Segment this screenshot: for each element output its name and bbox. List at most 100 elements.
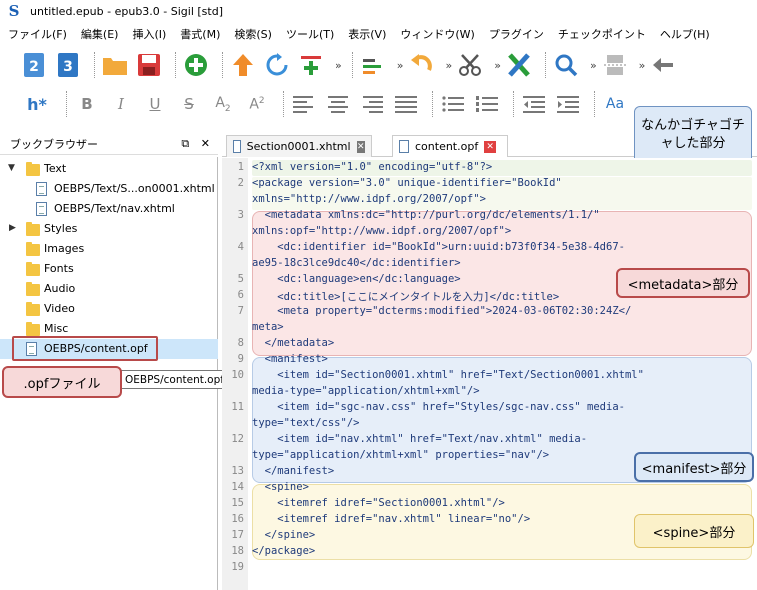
tree-folder-styles[interactable]: ▶ Styles	[0, 219, 218, 239]
epub3-icon[interactable]: 3	[54, 51, 82, 79]
numbered-list-icon[interactable]	[473, 90, 501, 118]
code-line: <?xml version="1.0" encoding="utf-8"?>	[252, 161, 493, 173]
line-number: 1	[237, 161, 244, 173]
expand-arrow-icon[interactable]: ▼	[8, 163, 15, 173]
line-number: 2	[237, 177, 244, 189]
close-tab-icon[interactable]: ✕	[356, 140, 365, 153]
tree-folder-text[interactable]: ▼ Text	[0, 159, 218, 179]
tree-item-label: Images	[44, 242, 85, 255]
folder-icon	[26, 322, 40, 336]
tab-content-opf[interactable]: content.opf ✕	[392, 135, 508, 157]
close-tab-icon[interactable]: ✕	[484, 140, 497, 153]
tree-item-label: Misc	[44, 322, 69, 335]
line-number: 11	[231, 401, 244, 413]
undo-icon[interactable]	[407, 51, 435, 79]
code-line: type="text/css"/>	[252, 417, 360, 429]
italic-icon[interactable]: I	[107, 90, 135, 118]
search-icon[interactable]	[552, 51, 580, 79]
menu-checkpoints[interactable]: チェックポイント	[558, 26, 646, 42]
code-editor[interactable]: 1 <?xml version="1.0" encoding="utf-8"?> 2…	[222, 158, 757, 590]
validate-icon[interactable]	[505, 51, 533, 79]
epub2-icon[interactable]: 2	[20, 51, 48, 79]
menu-help[interactable]: ヘルプ(H)	[660, 26, 710, 42]
file-icon	[36, 202, 47, 216]
toolbar-overflow-icon[interactable]: »	[397, 59, 404, 72]
cut-icon[interactable]	[456, 51, 484, 79]
change-case-button[interactable]: Aa	[601, 90, 629, 118]
code-line: xmlns="http://www.idpf.org/2007/opf">	[252, 193, 486, 205]
menu-insert[interactable]: 挿入(I)	[132, 26, 166, 42]
align-center-icon[interactable]	[324, 90, 352, 118]
split-icon[interactable]	[297, 51, 325, 79]
strikethrough-icon[interactable]: S	[175, 90, 203, 118]
tree-item-label: Audio	[44, 282, 76, 295]
tree-folder-fonts[interactable]: Fonts	[0, 259, 218, 279]
tree-file-section[interactable]: OEBPS/Text/S...on0001.xhtml	[0, 179, 218, 199]
save-icon[interactable]	[135, 51, 163, 79]
justify-icon[interactable]	[392, 90, 420, 118]
code-line: <dc:identifier id="BookId">urn:uuid:b73f…	[252, 241, 625, 253]
line-number: 18	[231, 545, 244, 557]
back-arrow-icon[interactable]	[649, 51, 677, 79]
code-line: </package>	[252, 545, 316, 557]
toolbar-overflow-icon[interactable]: »	[494, 59, 501, 72]
tree-folder-audio[interactable]: Audio	[0, 279, 218, 299]
line-number: 4	[237, 241, 244, 253]
collapse-arrow-icon[interactable]: ▶	[9, 223, 16, 233]
menu-file[interactable]: ファイル(F)	[8, 26, 67, 42]
insert-image-icon[interactable]	[359, 51, 387, 79]
toolbar-separator	[544, 52, 546, 78]
file-icon	[399, 140, 409, 153]
tab-section0001[interactable]: Section0001.xhtml ✕	[226, 135, 372, 157]
close-panel-icon[interactable]: ✕	[201, 137, 210, 150]
subscript-icon[interactable]: A2	[209, 90, 237, 118]
toolbar-overflow-icon[interactable]: »	[639, 59, 646, 72]
move-up-icon[interactable]	[229, 51, 257, 79]
code-line: </manifest>	[252, 465, 335, 477]
align-right-icon[interactable]	[358, 90, 386, 118]
menu-tools[interactable]: ツール(T)	[286, 26, 334, 42]
bullet-list-icon[interactable]	[439, 90, 467, 118]
code-line: <item id="sgc-nav.css" href="Styles/sgc-…	[252, 401, 625, 413]
line-number: 13	[231, 465, 244, 477]
folder-icon	[26, 302, 40, 316]
menu-edit[interactable]: 編集(E)	[81, 26, 119, 42]
menu-format[interactable]: 書式(M)	[180, 26, 220, 42]
tree-folder-video[interactable]: Video	[0, 299, 218, 319]
menu-window[interactable]: ウィンドウ(W)	[400, 26, 474, 42]
code-line: <package version="3.0" unique-identifier…	[252, 177, 562, 189]
book-browser-header: ブックブラウザー ⧉ ✕	[0, 133, 218, 155]
tree-file-nav[interactable]: OEBPS/Text/nav.xhtml	[0, 199, 218, 219]
tree-folder-images[interactable]: Images	[0, 239, 218, 259]
page-break-icon[interactable]	[601, 51, 629, 79]
svg-text:3: 3	[63, 59, 73, 75]
menu-plugins[interactable]: プラグイン	[489, 26, 544, 42]
toolbar-overflow-icon[interactable]: »	[590, 59, 597, 72]
line-number: 5	[237, 273, 244, 285]
menu-view[interactable]: 表示(V)	[348, 26, 386, 42]
line-number: 10	[231, 369, 244, 381]
menu-search[interactable]: 検索(S)	[234, 26, 272, 42]
underline-icon[interactable]: U	[141, 90, 169, 118]
indent-icon[interactable]	[554, 90, 582, 118]
align-left-icon[interactable]	[290, 90, 318, 118]
spine-callout: <spine>部分	[634, 514, 754, 548]
toolbar-overflow-icon[interactable]: »	[335, 59, 342, 72]
superscript-icon[interactable]: A2	[243, 90, 271, 118]
code-line: <spine>	[252, 481, 309, 493]
opf-highlight-box	[12, 336, 158, 361]
folder-icon	[26, 222, 40, 236]
toolbar-separator	[351, 52, 353, 78]
toolbar-separator	[594, 91, 595, 117]
open-folder-icon[interactable]	[101, 51, 129, 79]
refresh-icon[interactable]	[263, 51, 291, 79]
heading-button[interactable]: h*	[20, 90, 54, 118]
line-number: 7	[237, 305, 244, 317]
code-line: <dc:language>en</dc:language>	[252, 273, 461, 285]
toolbar-overflow-icon[interactable]: »	[445, 59, 452, 72]
bold-icon[interactable]: B	[73, 90, 101, 118]
folder-icon	[26, 162, 40, 176]
outdent-icon[interactable]	[520, 90, 548, 118]
float-panel-icon[interactable]: ⧉	[181, 137, 189, 150]
add-file-icon[interactable]	[182, 51, 210, 79]
